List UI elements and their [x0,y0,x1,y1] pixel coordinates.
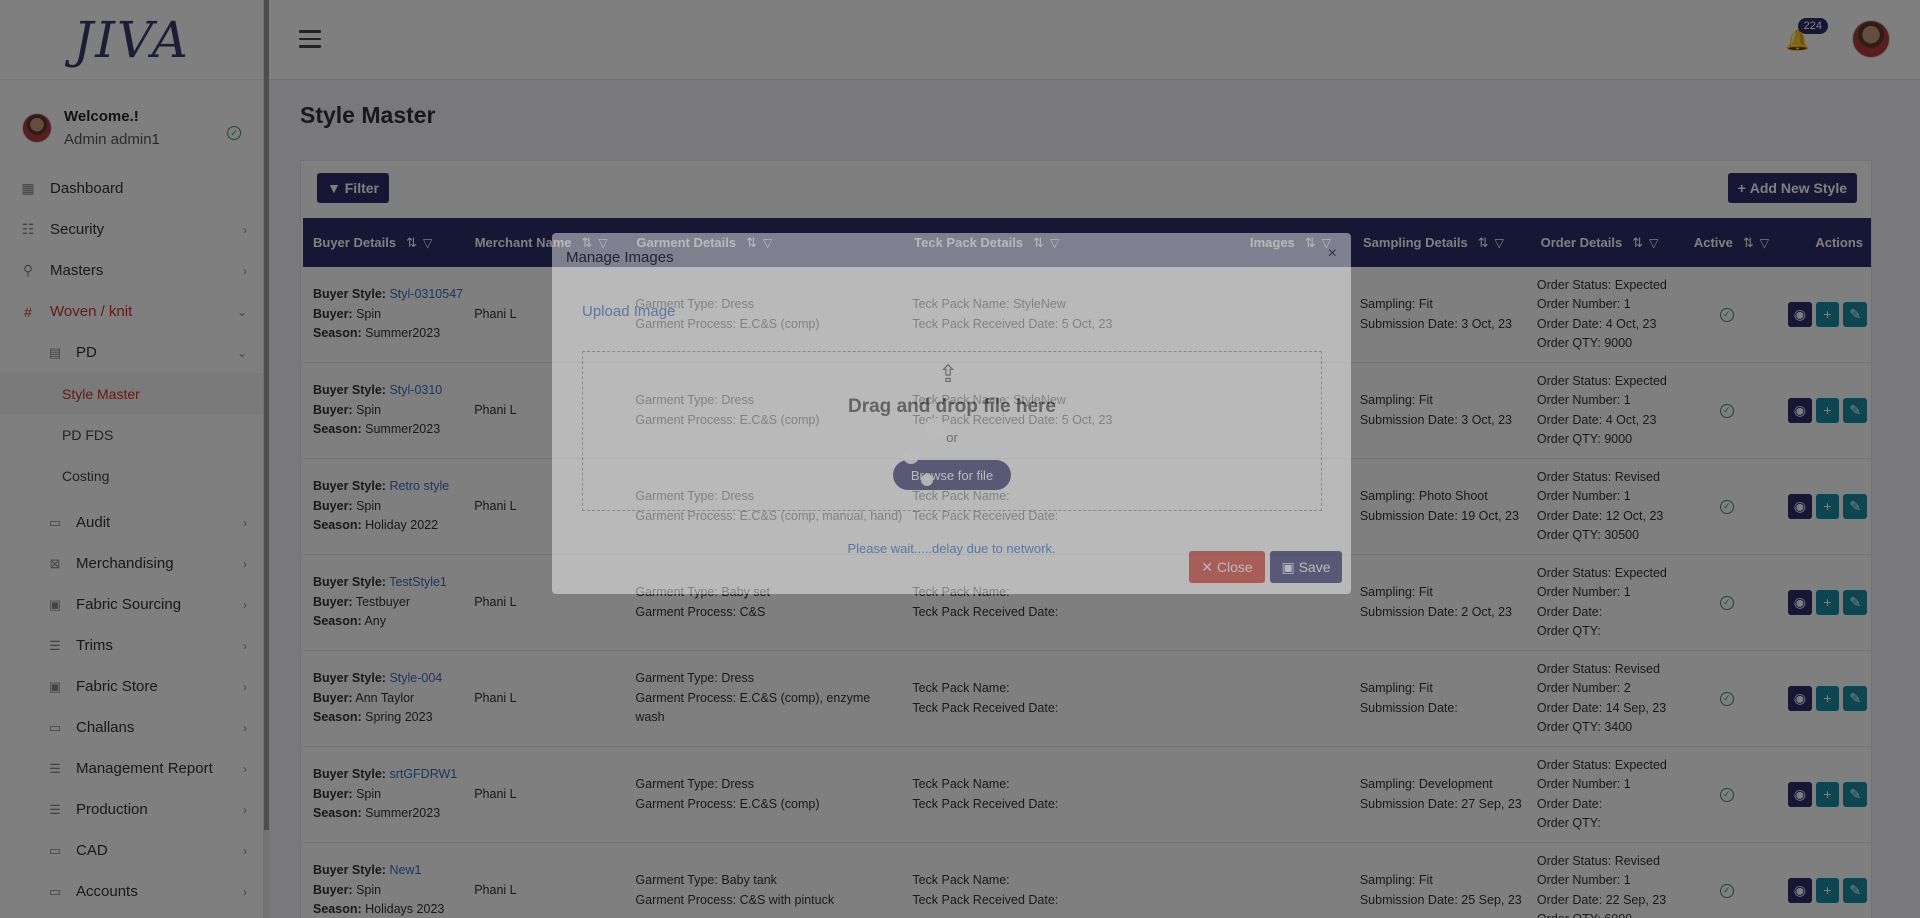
close-icon: ✕ [1201,558,1217,575]
close-icon[interactable]: × [1328,245,1337,263]
save-icon: ▣ [1281,558,1299,575]
upload-icon: ⇪ [938,361,959,388]
modal-title: Manage Images [566,249,674,266]
loading-spinner [895,412,975,492]
upload-image-label: Upload Image [582,303,676,320]
save-button[interactable]: ▣ Save [1270,551,1342,583]
close-button[interactable]: ✕ Close [1189,551,1265,583]
